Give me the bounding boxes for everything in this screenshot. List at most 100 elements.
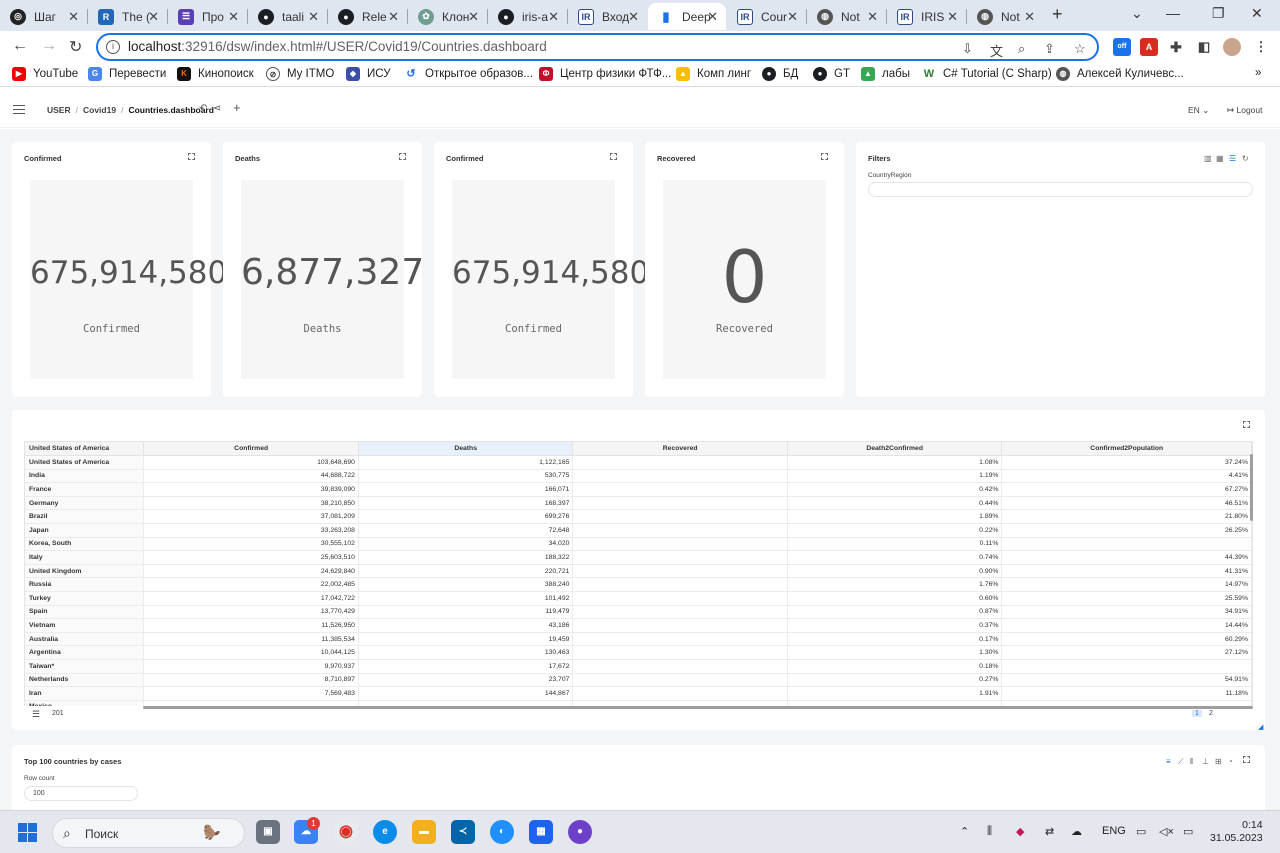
site-info-icon[interactable]: i: [106, 40, 120, 54]
expand-icon[interactable]: [188, 153, 195, 160]
browser-tab[interactable]: IR Cour ✕: [727, 3, 806, 30]
browser-tab[interactable]: IR Вход ✕: [568, 3, 647, 30]
table-header[interactable]: Recovered: [572, 442, 788, 456]
close-icon[interactable]: ✕: [787, 9, 798, 25]
chrome-icon[interactable]: ◉: [334, 820, 358, 844]
browser-tab[interactable]: ✿ Клон ✕: [408, 3, 487, 30]
github-desktop-icon[interactable]: ●: [568, 820, 592, 844]
battery-icon[interactable]: ▭: [1183, 825, 1193, 838]
close-icon[interactable]: ✕: [388, 9, 399, 25]
layout-grid-icon[interactable]: ▦: [1216, 154, 1224, 163]
list-view-icon[interactable]: ☰: [1229, 154, 1236, 163]
refresh-icon[interactable]: ↻: [1242, 154, 1249, 163]
vscode-icon[interactable]: ≺: [451, 820, 475, 844]
bar-chart-icon[interactable]: ≡: [1166, 757, 1171, 766]
browser-tab[interactable]: ☰ Про ✕: [168, 3, 247, 30]
browser-tab[interactable]: ● iris-a ✕: [488, 3, 567, 30]
close-icon[interactable]: ✕: [308, 9, 319, 25]
restore-icon[interactable]: ❐: [1212, 5, 1225, 22]
close-icon[interactable]: ✕: [148, 9, 159, 25]
axis-chart-icon[interactable]: ⊥: [1202, 757, 1209, 766]
profile-avatar[interactable]: [1223, 38, 1241, 56]
back-arrow-icon[interactable]: ←: [12, 37, 28, 55]
table-header-sorted[interactable]: Deaths: [358, 442, 574, 456]
table-horizontal-scrollbar[interactable]: [143, 706, 1253, 709]
browser-tab[interactable]: ◎ Шаг ✕: [0, 3, 87, 30]
url-text[interactable]: localhost:32916/dsw/index.html#/USER/Cov…: [128, 39, 547, 54]
hamburger-menu-icon[interactable]: [13, 105, 25, 114]
extension-off-icon[interactable]: off: [1113, 38, 1131, 56]
close-icon[interactable]: ✕: [548, 9, 559, 25]
menu-dots-icon[interactable]: ⋮: [1252, 38, 1270, 56]
side-panel-icon[interactable]: ◧: [1195, 38, 1213, 56]
bookmark-item[interactable]: ▲ Комп линг: [676, 67, 751, 81]
close-icon[interactable]: ✕: [628, 9, 639, 25]
table-row[interactable]: Taiwan* 9,970,937 17,672 0.18%: [25, 659, 1252, 674]
breadcrumb-item[interactable]: Covid19: [83, 105, 116, 115]
bookmark-item[interactable]: G Перевести: [88, 67, 166, 81]
close-icon[interactable]: ✕: [228, 9, 239, 25]
page-button[interactable]: 2: [1206, 710, 1216, 717]
volume-muted-icon[interactable]: ◁×: [1159, 825, 1174, 838]
table-vertical-scrollbar[interactable]: [1250, 454, 1253, 521]
browser-tab[interactable]: R The ( ✕: [88, 3, 167, 30]
bookmark-item[interactable]: ▲ лабы: [861, 67, 910, 81]
table-view-icon[interactable]: ⊞: [1215, 757, 1222, 766]
table-row[interactable]: Vietnam 11,526,950 43,186 0.37% 14.44%: [25, 618, 1252, 633]
table-row[interactable]: Iran 7,569,483 144,867 1.91% 11.18%: [25, 686, 1252, 701]
window-close-icon[interactable]: ✕: [1251, 5, 1263, 22]
table-row[interactable]: Russia 22,002,485 388,240 1.76% 14.97%: [25, 577, 1252, 592]
table-row[interactable]: Korea, South 30,555,102 34,020 0.11%: [25, 537, 1252, 552]
file-explorer-icon[interactable]: ▬: [412, 820, 436, 844]
table-row[interactable]: Germany 38,210,850 168,397 0.44% 46.51%: [25, 496, 1252, 511]
column-chart-icon[interactable]: ⫴: [1190, 757, 1193, 767]
table-row[interactable]: Japan 33,263,208 72,648 0.22% 26.25%: [25, 523, 1252, 538]
expand-icon[interactable]: [1243, 421, 1250, 428]
pie-chart-icon[interactable]: ◔: [1228, 757, 1233, 766]
share-icon[interactable]: ⋖: [213, 103, 221, 114]
bookmark-item[interactable]: ◍ Алексей Куличевс...: [1056, 67, 1184, 81]
country-filter-input[interactable]: [868, 182, 1253, 197]
bookmark-star-icon[interactable]: ☆: [1074, 41, 1086, 57]
table-row[interactable]: United States of America 103,648,690 1,122…: [25, 455, 1252, 470]
system-clock[interactable]: 0:14 31.05.2023: [1210, 819, 1263, 845]
share-icon[interactable]: ⇪: [1044, 41, 1055, 57]
reset-icon[interactable]: ↶: [199, 103, 207, 114]
table-header[interactable]: United States of America: [25, 442, 145, 456]
install-app-icon[interactable]: ⇩: [962, 41, 973, 57]
edge-icon[interactable]: e: [373, 820, 397, 844]
onedrive-cloud-icon[interactable]: ☁: [1071, 825, 1082, 838]
browser-tab[interactable]: ● taali ✕: [248, 3, 327, 30]
minimize-icon[interactable]: —: [1166, 5, 1180, 21]
line-chart-icon[interactable]: ⟋: [1178, 757, 1184, 767]
bookmark-item[interactable]: W C# Tutorial (C Sharp): [922, 67, 1052, 81]
input-language[interactable]: ENG: [1102, 825, 1126, 837]
close-icon[interactable]: ✕: [707, 9, 718, 25]
docker-icon[interactable]: ▦: [529, 820, 553, 844]
extensions-puzzle-icon[interactable]: ✚: [1167, 38, 1185, 56]
bookmark-item[interactable]: ● БД: [762, 67, 798, 81]
tray-app-icon[interactable]: ◆: [1016, 825, 1024, 838]
new-tab-plus-icon[interactable]: +: [1052, 4, 1063, 25]
bookmark-item[interactable]: K Кинопоиск: [177, 67, 254, 81]
close-icon[interactable]: ✕: [468, 9, 479, 25]
table-row[interactable]: Argentina 10,044,125 130,463 1.30% 27.12%: [25, 645, 1252, 660]
expand-icon[interactable]: [610, 153, 617, 160]
table-row[interactable]: United Kingdom 24,629,840 220,721 0.90% 41.3…: [25, 564, 1252, 579]
breadcrumb-item[interactable]: USER: [47, 105, 71, 115]
expand-icon[interactable]: [1243, 756, 1250, 763]
tray-network-sync-icon[interactable]: ⇄: [1045, 825, 1054, 838]
layout-columns-icon[interactable]: ▥: [1204, 154, 1212, 163]
forward-arrow-icon[interactable]: →: [41, 37, 57, 55]
windows-start-icon[interactable]: [18, 823, 37, 842]
add-widget-icon[interactable]: +: [233, 100, 241, 115]
table-row[interactable]: Australia 11,385,534 19,459 0.17% 60.29%: [25, 632, 1252, 647]
close-icon[interactable]: ✕: [1024, 9, 1035, 25]
browser-tab-active[interactable]: ▮ Deep ✕: [648, 3, 726, 30]
table-row[interactable]: Netherlands 8,710,897 23,707 0.27% 54.91%: [25, 673, 1252, 688]
reload-icon[interactable]: ↻: [69, 37, 82, 57]
bookmarks-overflow-button[interactable]: »: [1255, 67, 1261, 79]
browser-tab[interactable]: ● Rele ✕: [328, 3, 407, 30]
table-row[interactable]: Brazil 37,081,209 699,276 1.89% 21.80%: [25, 509, 1252, 524]
translate-icon[interactable]: 文: [990, 41, 1003, 60]
